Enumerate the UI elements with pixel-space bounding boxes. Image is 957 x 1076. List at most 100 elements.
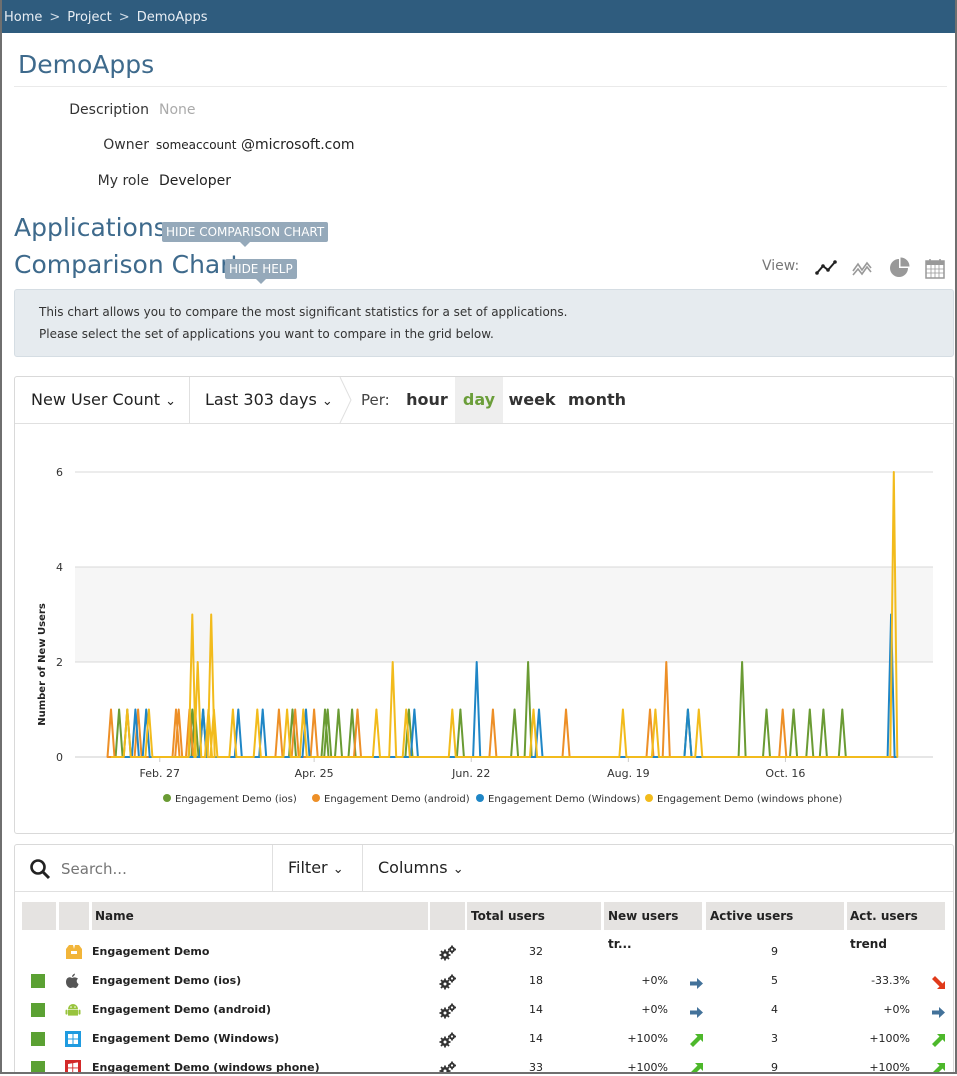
data-point	[302, 708, 305, 711]
icon-column-header[interactable]	[59, 902, 89, 930]
app-name[interactable]: Engagement Demo (ios)	[92, 974, 241, 987]
description-value: None	[159, 102, 196, 118]
data-point	[538, 708, 540, 711]
metric-dropdown[interactable]: New User Count ⌄	[31, 377, 176, 423]
app-name[interactable]: Engagement Demo	[92, 945, 209, 958]
new-users-trend-value: +100%	[627, 1061, 668, 1074]
data-point	[278, 708, 280, 711]
data-point	[191, 613, 194, 616]
active-users-value: 9	[771, 945, 778, 958]
data-point	[622, 708, 624, 711]
per-month-option[interactable]: month	[563, 377, 631, 423]
breadcrumb-project[interactable]: Project	[67, 10, 111, 25]
multi-line-chart-icon[interactable]	[850, 256, 874, 280]
gear-icon[interactable]	[439, 945, 457, 965]
total-users-value: 14	[529, 1003, 543, 1016]
trend-up-arrow-icon	[690, 1034, 703, 1047]
active-users-value: 5	[771, 974, 778, 987]
data-point	[405, 708, 408, 711]
gear-icon[interactable]	[439, 974, 457, 994]
data-point	[191, 708, 194, 711]
selection-checkbox[interactable]	[31, 1061, 45, 1072]
legend-marker	[163, 794, 171, 802]
y-axis-label: Number of New Users	[37, 603, 48, 726]
legend-entry: Engagement Demo (Windows)	[488, 794, 640, 805]
data-point	[294, 708, 296, 711]
breadcrumb-separator: >	[49, 10, 61, 25]
data-point	[665, 661, 668, 663]
per-week-option[interactable]: week	[505, 377, 559, 423]
per-day-option[interactable]: day	[455, 377, 503, 423]
filter-dropdown[interactable]: Filter ⌄	[288, 845, 344, 891]
help-line: Please select the set of applications yo…	[39, 327, 494, 341]
selection-checkbox[interactable]	[31, 1003, 45, 1017]
legend-marker	[476, 794, 484, 802]
app-name[interactable]: Engagement Demo (windows phone)	[92, 1061, 320, 1072]
total-users-value: 32	[529, 945, 543, 958]
active-users-trend-value: +100%	[869, 1061, 910, 1074]
app-name[interactable]: Engagement Demo (android)	[92, 1003, 271, 1016]
data-point	[527, 661, 529, 663]
new-users-trend-indicator	[690, 1032, 703, 1051]
data-point	[210, 613, 213, 616]
calendar-icon[interactable]	[923, 256, 947, 280]
new-users-trend-indicator	[690, 974, 703, 993]
total-users-column-header[interactable]: Total users	[467, 902, 601, 930]
columns-dropdown[interactable]: Columns ⌄	[378, 845, 464, 891]
per-hour-option[interactable]: hour	[401, 377, 453, 423]
hide-help-button[interactable]: HIDE HELP	[225, 259, 297, 284]
apple-icon	[65, 973, 79, 993]
description-label: Description	[69, 102, 149, 118]
line-chart-icon[interactable]	[814, 256, 838, 280]
pie-chart-icon[interactable]	[887, 256, 911, 280]
actions-column-header[interactable]	[430, 902, 465, 930]
active-users-trend-column-header[interactable]: Act. users trend	[847, 902, 945, 951]
data-point	[649, 708, 651, 711]
chevron-down-icon: ⌄	[452, 862, 464, 877]
data-point	[145, 708, 148, 711]
app-window: Home > Project > DemoApps DemoApps Descripti…	[0, 0, 957, 1074]
name-column-header[interactable]: Name	[92, 902, 428, 930]
data-point	[741, 661, 743, 663]
trend-up-arrow-icon	[933, 1063, 945, 1072]
selection-checkbox[interactable]	[31, 1032, 45, 1046]
chevron-down-icon: ⌄	[332, 862, 344, 877]
data-point	[475, 661, 478, 663]
data-point	[765, 708, 768, 711]
gear-icon[interactable]	[439, 1003, 457, 1023]
data-point	[137, 708, 139, 711]
new-users-trend-column-header[interactable]: New users tr...	[604, 902, 702, 951]
breadcrumb-home[interactable]: Home	[4, 10, 42, 25]
gear-icon[interactable]	[439, 1061, 457, 1072]
filter-label: Filter	[288, 858, 328, 877]
data-point	[337, 708, 340, 711]
legend-entry: Engagement Demo (windows phone)	[657, 794, 842, 805]
data-point	[324, 708, 326, 711]
data-point	[305, 708, 307, 711]
y-tick-label: 6	[56, 466, 63, 479]
data-point	[822, 708, 825, 711]
active-users-column-header[interactable]: Active users	[706, 902, 844, 930]
legend-marker	[312, 794, 320, 802]
data-point	[213, 708, 215, 711]
data-point	[892, 471, 895, 473]
range-dropdown[interactable]: Last 303 days ⌄	[205, 377, 333, 423]
grid-toolbar: Filter ⌄ Columns ⌄	[15, 845, 953, 892]
app-name[interactable]: Engagement Demo (Windows)	[92, 1032, 279, 1045]
data-point	[207, 708, 210, 711]
data-point	[781, 708, 784, 711]
selection-checkbox[interactable]	[31, 974, 45, 988]
active-users-value: 9	[771, 1061, 778, 1074]
data-point	[451, 708, 454, 711]
divider	[272, 845, 273, 891]
data-point	[134, 708, 137, 711]
search-input[interactable]	[59, 855, 263, 883]
gear-icon[interactable]	[439, 1032, 457, 1052]
new-users-trend-indicator	[690, 1003, 703, 1022]
hide-comparison-chart-button[interactable]: HIDE COMPARISON CHART	[162, 222, 329, 247]
data-point	[375, 708, 378, 711]
select-column-header[interactable]	[22, 902, 56, 930]
legend-marker	[645, 794, 653, 802]
divider	[14, 86, 947, 87]
trend-right-arrow-icon	[932, 1007, 945, 1018]
